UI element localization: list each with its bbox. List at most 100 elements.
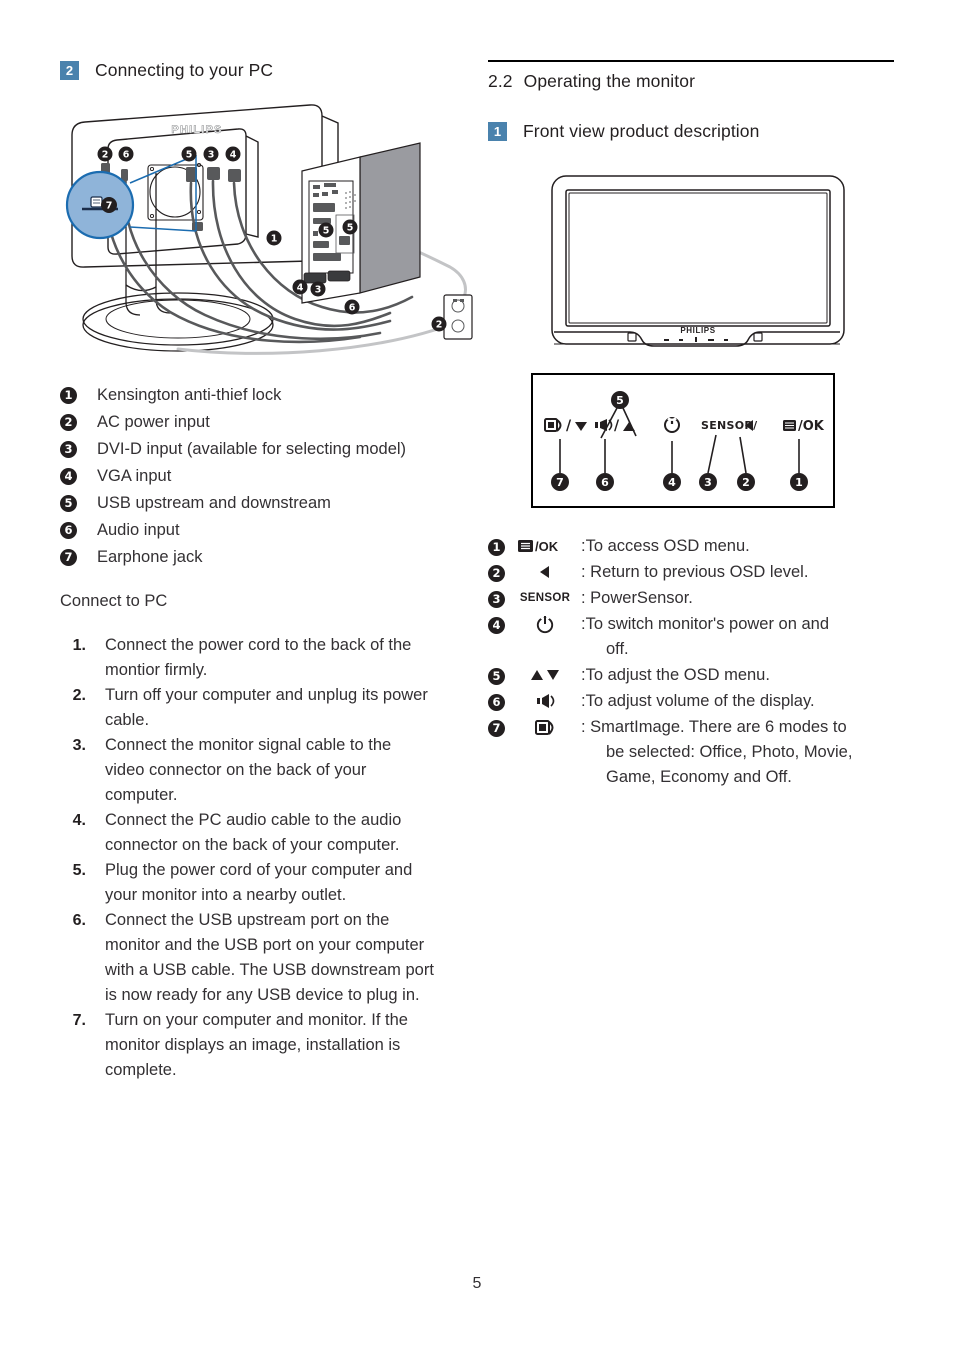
list-item: 7. Turn on your computer and monitor. If… [60,1008,480,1083]
connect-steps-list: 1. Connect the power cord to the back of… [60,633,480,1083]
smartimage-icon [509,715,581,740]
step-number: 6. [72,912,86,929]
section-title-connecting: Connecting to your PC [95,60,274,80]
callout-number: 1 [60,387,77,404]
callout-label: USB upstream and downstream [97,494,331,512]
step-number: 5. [72,862,86,879]
subsection-heading-front-view: 1 Front view product description [488,121,894,142]
legend-number: 6 [488,694,505,712]
svg-text:4: 4 [230,150,237,161]
list-item: 6 :To adjust volume of the display. [488,689,894,714]
svg-text:1: 1 [271,234,278,245]
legend-description: :To access OSD menu. [581,537,750,556]
list-item: 4 :To switch monitor's power on and off. [488,612,894,662]
section-title-operating: Operating the monitor [523,71,695,92]
callout-number: 6 [60,522,77,539]
legend-description: : PowerSensor. [581,589,693,608]
svg-text:6: 6 [349,303,356,314]
svg-text:3: 3 [315,285,322,296]
step-number: 1. [72,637,86,654]
svg-text:6: 6 [123,150,130,161]
svg-text:7: 7 [106,201,113,212]
list-item: 2 : Return to previous OSD level. [488,560,894,585]
list-item: 1 Kensington anti-thief lock [60,383,480,408]
svg-text:3: 3 [208,150,215,161]
connect-to-pc-heading: Connect to PC [60,592,168,610]
callout-label: Audio input [97,521,180,539]
svg-text:5: 5 [347,223,354,234]
svg-text:7: 7 [556,476,564,489]
callout-number: 2 [60,414,77,431]
svg-text:4: 4 [668,476,676,489]
svg-text:2: 2 [102,150,109,161]
list-item: 5 :To adjust the OSD menu. [488,663,894,688]
list-item: 4 VGA input [60,464,480,489]
legend-number: 5 [488,668,505,686]
list-item: 2. Turn off your computer and unplug its… [60,683,480,733]
step-text: Connect the power cord to the back of th… [105,636,412,679]
subsection-badge-1: 1 [488,122,507,142]
brand-label-rear: PHILIPS [171,124,222,136]
list-item: 3 SENSOR : PowerSensor. [488,586,894,611]
svg-text:1: 1 [795,476,803,489]
svg-text:/OK: /OK [535,539,559,554]
up-down-arrows-icon [509,663,581,688]
control-key-legend: 1 /OK :To access OSD menu. 2 : Return to… [488,534,894,790]
subsection-title-front-view: Front view product description [523,121,760,142]
manual-page: 2 Connecting to your PC PHILIPS 2 6 5 3 … [0,0,954,1350]
legend-description: :To switch monitor's power on and off. [581,612,881,662]
svg-text:/: / [614,418,620,434]
list-item: 1. Connect the power cord to the back of… [60,633,480,683]
step-text: Connect the monitor signal cable to the … [105,736,392,804]
legend-description-line2: off. [606,640,629,659]
svg-text:6: 6 [601,476,609,489]
list-item: 6. Connect the USB upstream port on the … [60,908,480,1008]
svg-text:3: 3 [704,476,712,489]
brand-label-front: PHILIPS [680,326,715,335]
step-number: 7. [72,1012,86,1029]
callout-label: DVI-D input (available for selecting mod… [97,440,407,458]
monitor-front-view: PHILIPS [548,172,848,357]
section-heading-connecting: 2 Connecting to your PC [60,60,480,81]
step-text: Connect the USB upstream port on the mon… [105,911,434,1004]
legend-description: :To adjust the OSD menu. [581,666,770,685]
step-text: Connect the PC audio cable to the audio … [105,811,402,854]
list-item: 5 USB upstream and downstream [60,491,480,516]
page-number: 5 [472,1275,482,1292]
power-icon [509,612,581,637]
list-item: 6 Audio input [60,518,480,543]
left-column: 2 Connecting to your PC PHILIPS 2 6 5 3 … [60,60,480,1083]
callout-number: 4 [60,468,77,485]
svg-text:/OK: /OK [798,419,825,434]
section-heading-operating: 2.2 Operating the monitor [488,71,894,92]
sensor-icon: SENSOR [519,592,571,605]
callout-number: 5 [60,495,77,512]
step-text: Turn off your computer and unplug its po… [105,686,428,729]
legend-description: : Return to previous OSD level. [581,563,809,582]
svg-text:5: 5 [323,226,330,237]
svg-text:5: 5 [616,394,624,407]
step-text: Plug the power cord of your computer and… [105,861,413,904]
front-control-panel-diagram: / / SENSOR/ /OK 5 7 6 4 3 2 1 [531,373,835,509]
legend-description: : SmartImage. There are 6 modes to be se… [581,715,881,790]
list-item: 4. Connect the PC audio cable to the aud… [60,808,480,858]
section-number: 2.2 [488,71,513,92]
step-number: 3. [72,737,86,754]
list-item: 1 /OK :To access OSD menu. [488,534,894,559]
legend-number: 1 [488,539,505,557]
step-number: 2. [72,687,86,704]
step-text: Turn on your computer and monitor. If th… [105,1011,408,1079]
callout-label: VGA input [97,467,172,485]
legend-description-line2: be selected: Office, Photo, Movie, Game,… [606,743,853,787]
legend-description-line1: : SmartImage. There are 6 modes to [581,718,847,737]
left-arrow-icon [509,560,581,585]
svg-text:4: 4 [297,283,304,294]
legend-number: 7 [488,720,505,738]
legend-number: 2 [488,565,505,583]
step-number: 4. [72,812,86,829]
list-item: 3 DVI-D input (available for selecting m… [60,437,480,462]
volume-icon [509,689,581,714]
port-callout-list: 1 Kensington anti-thief lock 2 AC power … [60,383,480,570]
right-column: 2.2 Operating the monitor 1 Front view p… [488,60,894,791]
callout-label: Kensington anti-thief lock [97,386,282,404]
